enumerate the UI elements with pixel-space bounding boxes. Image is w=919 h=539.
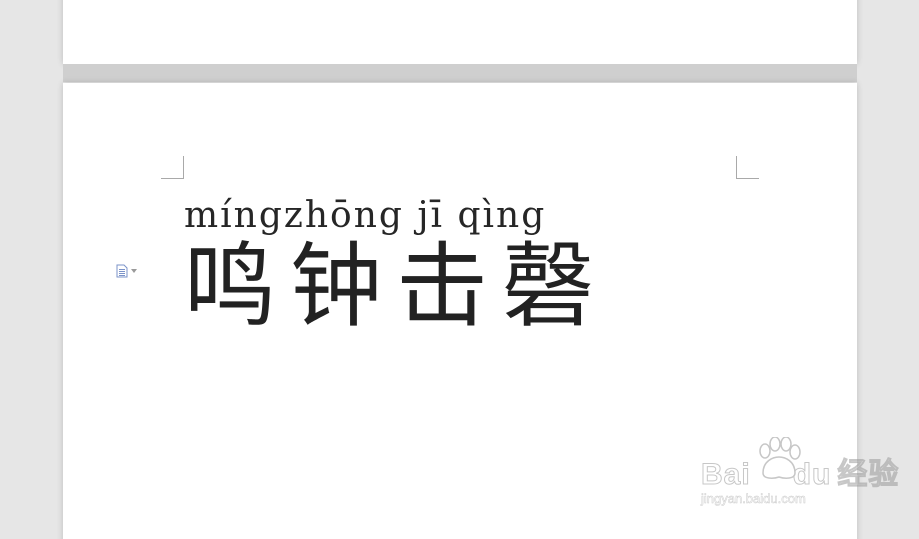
previous-page: [63, 0, 857, 64]
triangle-down-icon: [131, 269, 137, 273]
paragraph-doc-icon: [116, 264, 128, 278]
page-separator: [63, 64, 857, 82]
paragraph-marker-button[interactable]: [116, 264, 144, 278]
pinyin-line[interactable]: míngzhōng jī qìng: [184, 195, 546, 236]
watermark-url: jingyan.baidu.com: [701, 491, 806, 507]
margin-corner-top-right: [736, 156, 759, 179]
document-workspace: míngzhōng jī qìng 鸣钟击磬 Bai du 经验 jingyan…: [0, 0, 919, 539]
chinese-characters-line[interactable]: 鸣钟击磬: [184, 241, 608, 333]
baidu-paw-icon: [759, 437, 801, 479]
baidu-jingyan-watermark: Bai du 经验 jingyan.baidu.com: [699, 437, 899, 517]
margin-corner-top-left: [161, 156, 184, 179]
